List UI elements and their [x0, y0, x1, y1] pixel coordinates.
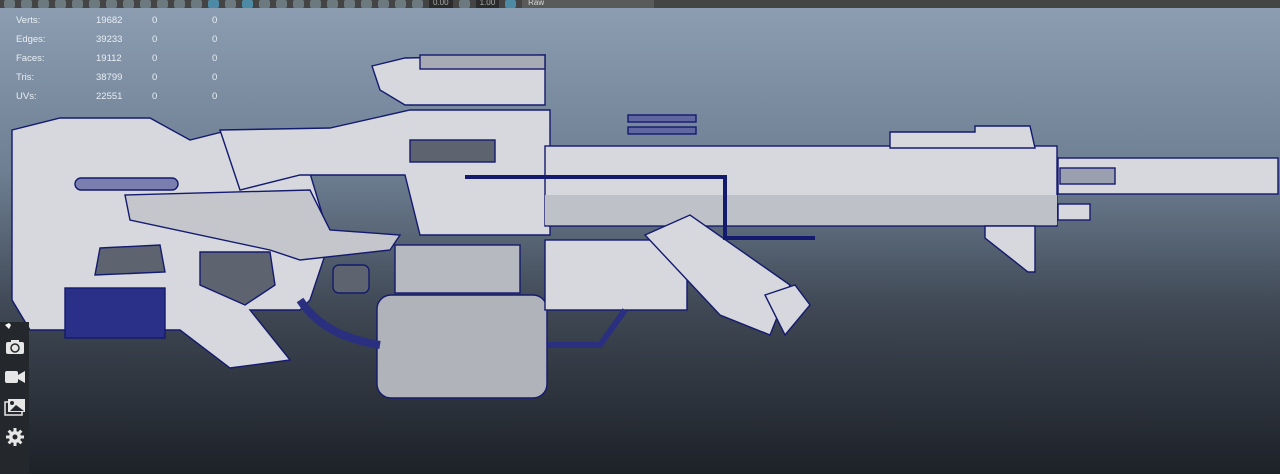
pin-icon[interactable] [0, 322, 31, 332]
rod-1 [627, 114, 697, 123]
image-gallery-icon[interactable] [0, 392, 29, 422]
rear-sight [984, 225, 1036, 273]
window-3 [332, 264, 370, 294]
window-1 [94, 244, 166, 276]
camera-icon[interactable] [0, 332, 29, 362]
barrel-shade [545, 195, 1057, 225]
front-sight [889, 125, 1036, 149]
top-window [409, 139, 496, 163]
video-camera-icon[interactable] [0, 362, 29, 392]
gear-icon[interactable] [0, 422, 29, 452]
muzzle-ring [1059, 167, 1116, 185]
hose [296, 297, 381, 349]
rod-2 [627, 126, 697, 135]
hose-2 [548, 308, 628, 348]
cylinder [394, 244, 521, 294]
under-rod [1057, 203, 1091, 221]
rail [74, 177, 179, 191]
rifle-model [11, 54, 1279, 399]
side-toolbar [0, 322, 29, 474]
drum [376, 294, 548, 399]
scope-top [419, 54, 546, 70]
vent [64, 287, 166, 339]
